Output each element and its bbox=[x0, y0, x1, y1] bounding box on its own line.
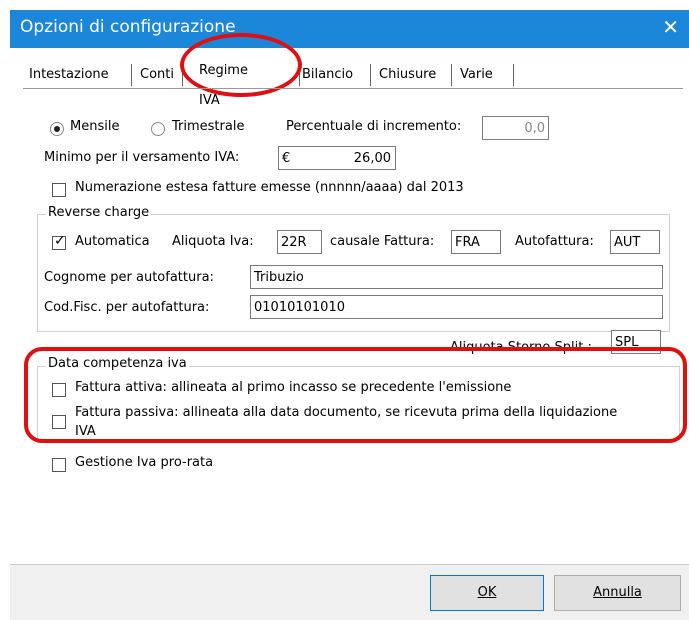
tab-bilancio[interactable]: Bilancio bbox=[296, 62, 359, 88]
prorata-checkbox[interactable] bbox=[52, 458, 66, 472]
extended-numbering-label: Numerazione estesa fatture emesse (nnnnn… bbox=[75, 180, 464, 195]
automatic-label: Automatica bbox=[75, 234, 150, 249]
monthly-label: Mensile bbox=[70, 119, 120, 134]
vat-rate-field[interactable]: 22R bbox=[277, 230, 322, 254]
automatic-checkbox[interactable] bbox=[52, 233, 66, 250]
tab-separator bbox=[131, 64, 132, 86]
self-invoice-field[interactable]: AUT bbox=[610, 230, 660, 254]
button-bar: OK Annulla bbox=[10, 564, 689, 620]
self-invoice-label: Autofattura: bbox=[515, 234, 594, 249]
prorata-label: Gestione Iva pro-rata bbox=[75, 455, 214, 470]
surname-label: Cognome per autofattura: bbox=[44, 270, 214, 285]
tab-varie[interactable]: Varie bbox=[454, 62, 499, 88]
tab-conti[interactable]: Conti bbox=[134, 62, 180, 88]
minimum-field[interactable]: € 26,00 bbox=[278, 146, 396, 170]
vat-rate-label: Aliquota Iva: bbox=[172, 234, 254, 249]
monthly-radio[interactable] bbox=[50, 122, 64, 136]
invoice-cause-field[interactable]: FRA bbox=[451, 230, 501, 254]
increment-field[interactable]: 0,0 bbox=[482, 116, 549, 140]
reverse-charge-title: Reverse charge bbox=[46, 205, 152, 220]
quarterly-radio[interactable] bbox=[151, 122, 165, 136]
quarterly-label: Trimestrale bbox=[172, 119, 245, 134]
ok-button[interactable]: OK bbox=[430, 575, 544, 611]
tab-intestazione[interactable]: Intestazione bbox=[23, 62, 115, 88]
title-bar: Opzioni di configurazione ✕ bbox=[10, 10, 689, 48]
taxcode-field[interactable]: 01010101010 bbox=[250, 295, 663, 319]
tab-separator bbox=[370, 64, 371, 86]
minimum-value: 26,00 bbox=[353, 151, 391, 166]
ok-label: OK bbox=[477, 585, 497, 600]
increment-label: Percentuale di incremento: bbox=[286, 119, 462, 134]
tab-separator bbox=[451, 64, 452, 86]
extended-numbering-checkbox[interactable] bbox=[52, 183, 66, 197]
surname-field[interactable]: Tribuzio bbox=[250, 265, 663, 289]
tab-separator bbox=[513, 64, 514, 86]
cancel-label: Annulla bbox=[593, 585, 642, 600]
red-highlight-section bbox=[24, 347, 687, 443]
tab-chiusure[interactable]: Chiusure bbox=[373, 62, 442, 88]
minimum-label: Minimo per il versamento IVA: bbox=[44, 150, 240, 165]
window-title: Opzioni di configurazione bbox=[20, 17, 236, 37]
invoice-cause-label: causale Fattura: bbox=[330, 234, 435, 249]
cancel-button[interactable]: Annulla bbox=[554, 575, 681, 611]
taxcode-label: Cod.Fisc. per autofattura: bbox=[44, 300, 210, 315]
currency-symbol: € bbox=[282, 151, 291, 166]
close-icon[interactable]: ✕ bbox=[662, 15, 679, 39]
